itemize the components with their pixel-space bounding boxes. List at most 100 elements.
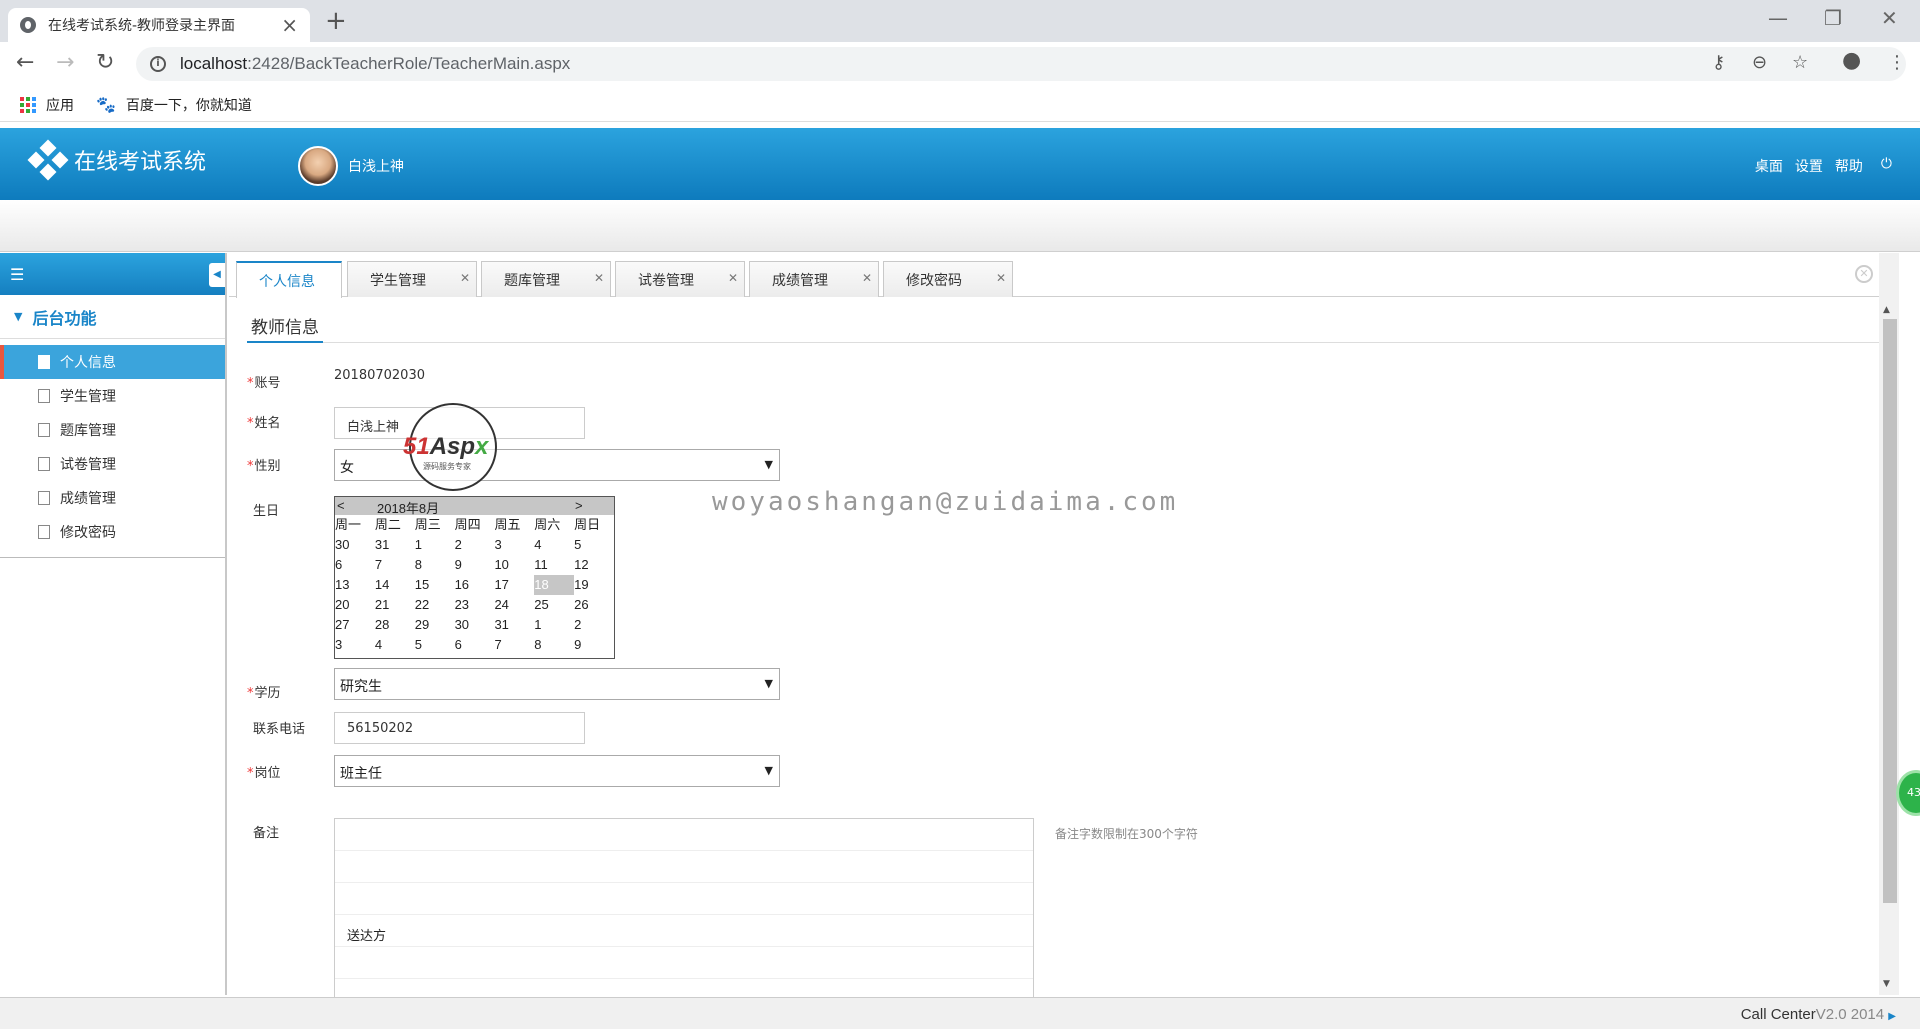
sidebar-group[interactable]: ▼ 后台功能	[0, 295, 225, 339]
document-icon	[38, 525, 50, 539]
birthday-label: 生日	[253, 504, 280, 519]
calendar-week[interactable]: 27 28 29 30 31 1 2	[335, 615, 614, 635]
url-path: :2428/BackTeacherRole/TeacherMain.aspx	[247, 54, 571, 73]
calendar-week[interactable]: 3456789	[335, 635, 614, 655]
sidebar-item-papers[interactable]: 试卷管理	[0, 447, 225, 481]
close-all-icon[interactable]: ✕	[1855, 265, 1873, 283]
close-tab-icon[interactable]: ✕	[460, 271, 470, 285]
close-window-icon[interactable]: ✕	[1881, 6, 1898, 30]
url-host: localhost	[180, 54, 248, 73]
tab-label: 题库管理	[504, 272, 560, 289]
close-tab-icon[interactable]: ✕	[996, 271, 1006, 285]
calendar-week[interactable]: 13 14 15 16 17 18 19	[335, 575, 614, 595]
play-icon: ▶	[1888, 1011, 1896, 1022]
close-tab-icon[interactable]: ✕	[862, 271, 872, 285]
main-content: 个人信息 学生管理 ✕ 题库管理 ✕ 试卷管理 ✕ 成绩管理 ✕ 修改密码 ✕ ✕ 教师信…	[229, 253, 1920, 998]
gender-select[interactable]: 女 ▼	[334, 449, 780, 481]
desktop-link[interactable]: 桌面	[1755, 156, 1783, 176]
logo-icon	[27, 139, 69, 181]
watermark-logo: 51Aspx 源码服务专家	[403, 403, 497, 491]
new-tab-icon[interactable]: +	[325, 6, 347, 36]
tab-password[interactable]: 修改密码 ✕	[883, 261, 1013, 297]
sidebar-item-grades[interactable]: 成绩管理	[0, 481, 225, 515]
gender-value: 女	[340, 460, 354, 476]
calendar-week[interactable]: 20 21 22 23 24 25 26	[335, 595, 614, 615]
zoom-icon[interactable]: ⊖	[1752, 52, 1767, 73]
browser-tabstrip: 在线考试系统-教师登录主界面 × + — ❐ ✕	[0, 0, 1920, 42]
reload-icon[interactable]: ↻	[96, 50, 114, 75]
close-tab-icon[interactable]: ×	[281, 13, 298, 37]
power-icon[interactable]: ⏻	[1881, 156, 1892, 176]
help-link[interactable]: 帮助	[1835, 156, 1863, 176]
sidebar-item-students[interactable]: 学生管理	[0, 379, 225, 413]
address-bar[interactable]: i localhost:2428/BackTeacherRole/Teacher…	[136, 47, 1906, 81]
minimize-icon[interactable]: —	[1768, 6, 1788, 30]
post-value: 班主任	[340, 766, 382, 782]
app-logo: 在线考试系统	[27, 139, 207, 181]
settings-link[interactable]: 设置	[1795, 156, 1823, 176]
document-icon	[38, 457, 50, 471]
back-icon[interactable]: ←	[16, 50, 34, 75]
scroll-thumb[interactable]	[1883, 319, 1897, 903]
forward-icon[interactable]: →	[56, 50, 74, 75]
apps-icon[interactable]	[20, 96, 36, 113]
close-tab-icon[interactable]: ✕	[594, 271, 604, 285]
phone-label: 联系电话	[253, 722, 306, 737]
list-icon[interactable]: ☰	[10, 265, 24, 284]
tab-papers[interactable]: 试卷管理 ✕	[615, 261, 745, 297]
section-header: 教师信息	[247, 313, 1891, 343]
notes-textarea[interactable]: 送达方	[334, 818, 1034, 998]
footer-brand: Call CenterV2.0 2014 ▶	[1740, 1006, 1896, 1023]
document-icon	[38, 423, 50, 437]
close-tab-icon[interactable]: ✕	[728, 271, 738, 285]
education-value: 研究生	[340, 679, 382, 695]
post-select[interactable]: 班主任 ▼	[334, 755, 780, 787]
baidu-paw-icon: 🐾	[96, 95, 116, 114]
menu-icon[interactable]: ⋮	[1888, 52, 1906, 73]
info-icon[interactable]: i	[150, 56, 166, 72]
vertical-scrollbar[interactable]: ▲ ▼	[1879, 253, 1899, 995]
phone-input[interactable]: 56150202	[334, 712, 585, 744]
document-icon	[38, 355, 50, 369]
calendar-selected-day: 18	[534, 575, 575, 595]
bookmark-apps[interactable]: 应用	[46, 95, 74, 115]
key-icon[interactable]: ⚷	[1712, 52, 1725, 73]
account-label: *账号	[247, 376, 281, 391]
calendar-prev[interactable]: <	[337, 498, 345, 513]
tab-label: 修改密码	[906, 272, 962, 289]
sidebar-item-label: 个人信息	[60, 355, 116, 371]
sidebar-item-question-bank[interactable]: 题库管理	[0, 413, 225, 447]
system-name: 在线考试系统	[74, 150, 207, 175]
collapse-icon[interactable]: ◀	[209, 263, 225, 287]
dropdown-arrow-icon: ▼	[764, 677, 773, 690]
calendar-week[interactable]: 30 31 1 2 3 4 5	[335, 535, 614, 555]
bookmark-baidu[interactable]: 百度一下，你就知道	[126, 95, 252, 115]
tab-question-bank[interactable]: 题库管理 ✕	[481, 261, 611, 297]
restore-icon[interactable]: ❐	[1824, 6, 1842, 30]
watermark-text: woyaoshangan@zuidaima.com	[712, 487, 1179, 517]
calendar-week[interactable]: 6 7 8 9 10 11 12	[335, 555, 614, 575]
tab-profile[interactable]: 个人信息	[236, 261, 342, 298]
gender-label: *性别	[247, 459, 281, 474]
profile-icon[interactable]: ●	[1842, 48, 1861, 73]
star-icon[interactable]: ☆	[1792, 52, 1808, 73]
education-select[interactable]: 研究生 ▼	[334, 668, 780, 700]
sidebar-item-profile[interactable]: 个人信息	[0, 345, 225, 379]
calendar-weekdays: 周一 周二 周三 周四 周五 周六 周日	[335, 517, 601, 532]
footer: Call CenterV2.0 2014 ▶	[0, 997, 1920, 1029]
sidebar-item-password[interactable]: 修改密码	[0, 515, 225, 549]
scroll-up-icon[interactable]: ▲	[1883, 305, 1890, 315]
sub-toolbar	[0, 200, 1920, 252]
notes-label: 备注	[253, 826, 280, 841]
name-label: *姓名	[247, 416, 281, 431]
education-label: *学历	[247, 686, 281, 701]
browser-tab[interactable]: 在线考试系统-教师登录主界面 ×	[8, 8, 310, 42]
scroll-down-icon[interactable]: ▼	[1883, 979, 1890, 989]
sidebar-item-label: 成绩管理	[60, 491, 116, 507]
tab-students[interactable]: 学生管理 ✕	[347, 261, 477, 297]
tab-label: 个人信息	[259, 273, 315, 290]
sidebar: ☰ ◀ ▼ 后台功能 个人信息 学生管理 题库管理 试卷管理 成绩管理 修改密码	[0, 253, 227, 995]
avatar	[298, 146, 338, 186]
calendar-next[interactable]: >	[575, 498, 583, 513]
tab-grades[interactable]: 成绩管理 ✕	[749, 261, 879, 297]
